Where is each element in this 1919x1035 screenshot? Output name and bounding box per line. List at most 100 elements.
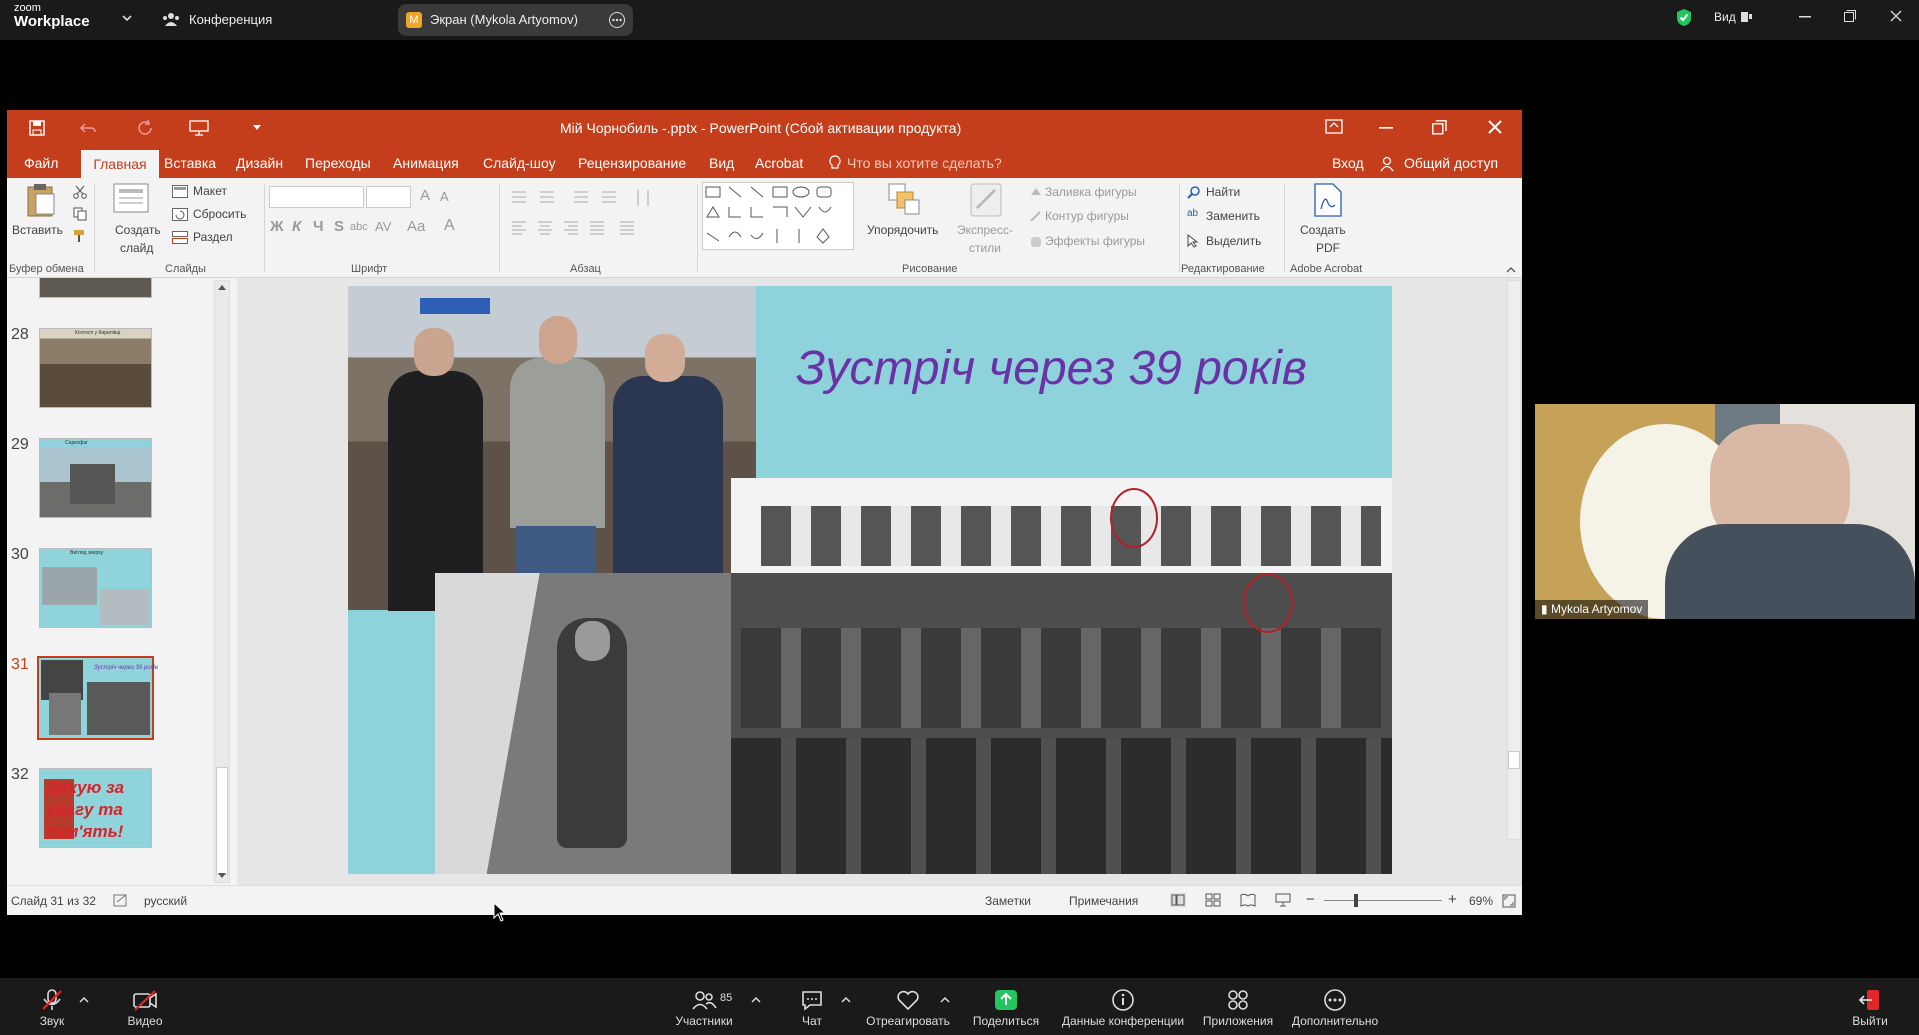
slide-thumb-27-partial[interactable] xyxy=(39,278,152,298)
slide-scrollbar[interactable] xyxy=(1507,280,1521,840)
chevron-up-icon[interactable] xyxy=(940,996,950,1003)
slide-title[interactable]: Зустріч через 39 років xyxy=(796,341,1307,396)
shrink-font-button[interactable]: A xyxy=(440,189,449,204)
ppt-close-icon[interactable] xyxy=(1488,120,1502,134)
new-slide-label-1[interactable]: Создать xyxy=(115,223,161,237)
shield-check-icon[interactable] xyxy=(1676,8,1692,27)
collapse-ribbon-icon[interactable] xyxy=(1506,266,1516,273)
tab-animations[interactable]: Анимация xyxy=(393,155,459,171)
create-pdf-label-2[interactable]: PDF xyxy=(1316,241,1340,255)
chevron-up-icon[interactable] xyxy=(751,996,761,1003)
minimize-icon[interactable] xyxy=(1799,16,1811,18)
share-button[interactable]: Общий доступ xyxy=(1404,155,1498,171)
participants-button[interactable]: Участники xyxy=(666,978,742,1035)
font-name-input[interactable] xyxy=(269,186,364,208)
zoom-level[interactable]: 69% xyxy=(1469,894,1493,908)
save-icon[interactable] xyxy=(29,120,45,136)
copy-icon[interactable] xyxy=(73,207,87,221)
chevron-up-icon[interactable] xyxy=(79,996,89,1003)
italic-button[interactable]: К xyxy=(292,218,301,235)
notes-button[interactable]: Заметки xyxy=(985,894,1031,908)
list-indent-icons[interactable] xyxy=(510,188,670,208)
tab-home[interactable]: Главная xyxy=(81,150,159,178)
scrollbar-thumb[interactable] xyxy=(1508,751,1520,769)
participant-video[interactable]: ▮ Mykola Artyomov xyxy=(1535,404,1915,619)
redo-icon[interactable] xyxy=(137,119,155,137)
restore-icon[interactable] xyxy=(1844,10,1856,22)
tab-acrobat[interactable]: Acrobat xyxy=(755,155,803,171)
reading-view-icon[interactable] xyxy=(1240,893,1256,907)
bold-button[interactable]: Ж xyxy=(270,218,284,235)
leave-button[interactable]: Выйти xyxy=(1845,978,1895,1035)
chevron-up-icon[interactable] xyxy=(841,996,851,1003)
slide-thumb-31-selected[interactable]: Зустріч через 39 років xyxy=(37,656,158,740)
view-label[interactable]: Вид xyxy=(1714,10,1736,24)
tab-design[interactable]: Дизайн xyxy=(236,155,283,171)
apps-button[interactable]: Приложения xyxy=(1198,978,1278,1035)
underline-button[interactable]: Ч xyxy=(313,218,324,235)
tell-me-input[interactable]: Что вы хотите сделать? xyxy=(847,155,1002,171)
sign-in-link[interactable]: Вход xyxy=(1332,155,1364,171)
grow-font-button[interactable]: A xyxy=(420,187,430,204)
char-spacing-button[interactable]: AV xyxy=(375,219,391,234)
new-slide-icon[interactable] xyxy=(113,183,149,215)
thumbnails-scrollbar[interactable] xyxy=(214,280,230,883)
section-icon[interactable] xyxy=(172,231,188,244)
meeting-info-button[interactable]: Данные конференции xyxy=(1058,978,1188,1035)
mute-button[interactable]: Звук xyxy=(22,978,82,1035)
shape-effects-button[interactable]: Эффекты фигуры xyxy=(1045,234,1145,248)
quick-styles-icon[interactable] xyxy=(969,182,1003,218)
slide-31[interactable]: Зустріч через 39 років xyxy=(348,286,1392,874)
undo-icon[interactable] xyxy=(79,120,97,136)
cut-icon[interactable] xyxy=(73,185,87,199)
scrollbar-thumb[interactable] xyxy=(216,767,228,875)
video-button[interactable]: Видео xyxy=(115,978,175,1035)
arrange-button[interactable]: Упорядочить xyxy=(867,223,938,237)
find-button[interactable]: Найти xyxy=(1206,185,1240,199)
section-button[interactable]: Раздел xyxy=(193,230,233,244)
shapes-gallery[interactable] xyxy=(702,182,854,250)
ribbon-display-icon[interactable] xyxy=(1325,119,1343,135)
paste-icon[interactable] xyxy=(24,182,58,218)
slide-sorter-icon[interactable] xyxy=(1205,893,1221,907)
reset-icon[interactable] xyxy=(172,208,188,221)
close-icon[interactable] xyxy=(1890,10,1902,22)
select-button[interactable]: Выделить xyxy=(1206,234,1261,248)
chevron-down-icon[interactable] xyxy=(122,15,132,23)
slide-thumb-30[interactable]: Вигляд зверху xyxy=(39,548,152,628)
slide-thumb-28[interactable]: Колгосп у Кирилівці xyxy=(39,328,152,408)
comments-button[interactable]: Примечания xyxy=(1069,894,1138,908)
chat-button[interactable]: Чат xyxy=(792,978,832,1035)
zoom-slider-thumb[interactable] xyxy=(1354,894,1358,907)
shadow-button[interactable]: abc xyxy=(350,221,368,233)
conference-label[interactable]: Конференция xyxy=(189,12,272,27)
tab-transitions[interactable]: Переходы xyxy=(305,155,371,171)
layout-icon[interactable] xyxy=(172,185,188,198)
layout-button[interactable]: Макет xyxy=(193,184,227,198)
ppt-minimize-icon[interactable] xyxy=(1379,127,1393,129)
zoom-slider[interactable] xyxy=(1324,900,1442,901)
pdf-icon[interactable] xyxy=(1313,183,1343,217)
scroll-down-icon[interactable] xyxy=(218,873,226,879)
new-slide-label-2[interactable]: слайд xyxy=(120,241,153,255)
presentation-icon[interactable] xyxy=(189,120,209,136)
customize-toolbar-icon[interactable] xyxy=(253,125,261,131)
slideshow-view-icon[interactable] xyxy=(1275,893,1291,907)
quick-styles-label-2[interactable]: стили xyxy=(969,241,1001,255)
zoom-out-button[interactable]: − xyxy=(1306,891,1315,908)
font-color-button[interactable]: A xyxy=(444,217,455,235)
more-options-icon[interactable] xyxy=(608,11,626,29)
view-layout-icon[interactable] xyxy=(1741,11,1753,23)
format-painter-icon[interactable] xyxy=(73,229,87,243)
tab-review[interactable]: Рецензирование xyxy=(578,155,686,171)
tab-insert[interactable]: Вставка xyxy=(164,155,216,171)
paste-label[interactable]: Вставить xyxy=(12,223,63,237)
shape-fill-button[interactable]: Заливка фигуры xyxy=(1045,185,1137,199)
share-screen-button[interactable]: Поделиться xyxy=(968,978,1044,1035)
shape-outline-button[interactable]: Контур фигуры xyxy=(1045,209,1129,223)
change-case-button[interactable]: Aa xyxy=(407,218,425,235)
font-size-input[interactable] xyxy=(366,186,411,208)
slide-thumb-29[interactable]: Саркофаг xyxy=(39,438,152,518)
normal-view-icon[interactable] xyxy=(1170,893,1186,907)
reset-button[interactable]: Сбросить xyxy=(193,207,246,221)
